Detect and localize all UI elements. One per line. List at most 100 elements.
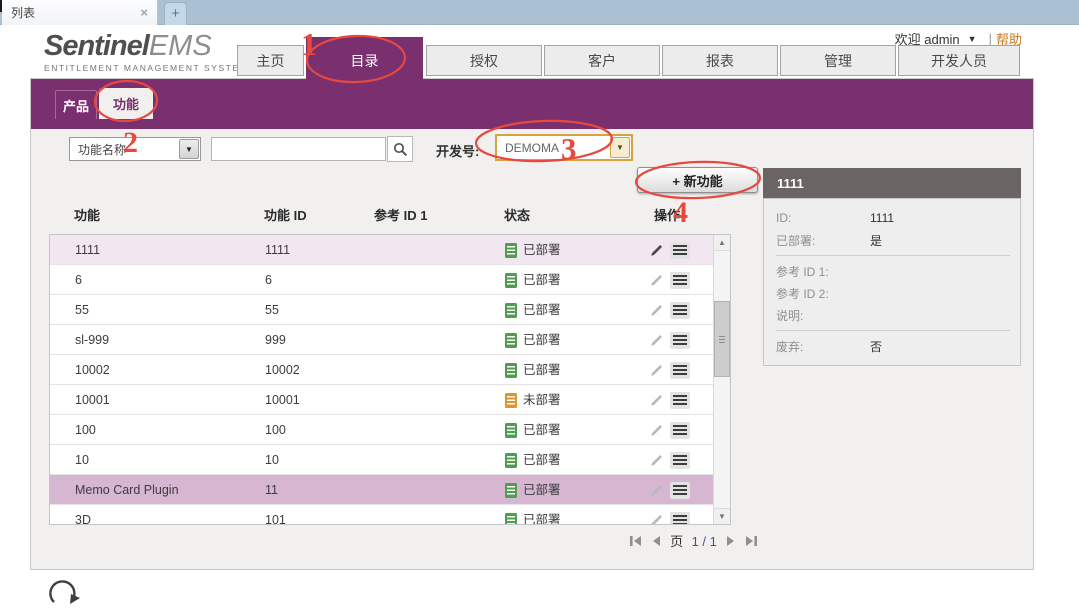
detail-divider — [776, 255, 1010, 256]
status-text: 已部署 — [523, 415, 561, 445]
table-row[interactable]: 5555已部署 — [50, 295, 714, 325]
table-row[interactable]: sl-999999已部署 — [50, 325, 714, 355]
first-page-icon[interactable] — [629, 535, 642, 547]
detail-field: 说明: — [776, 304, 1010, 326]
window-edge — [0, 0, 2, 12]
actions-cell — [650, 505, 710, 525]
edit-pencil-icon[interactable] — [650, 364, 663, 377]
logo-accent-text: EMS — [149, 30, 212, 62]
page-value: 1 / 1 — [692, 534, 717, 549]
pagination: 页 1 / 1 — [626, 531, 761, 551]
prev-page-icon[interactable] — [651, 535, 661, 547]
tab-entitlements[interactable]: 授权 — [426, 45, 542, 76]
edit-pencil-icon[interactable] — [650, 484, 663, 497]
subtab-band — [31, 79, 1033, 129]
subtab-products[interactable]: 产品 — [55, 90, 97, 119]
tab-customers[interactable]: 客户 — [544, 45, 660, 76]
tab-close-icon[interactable]: × — [140, 5, 148, 20]
table-row[interactable]: 10001 10001 未部署 — [50, 385, 714, 415]
scroll-up-icon[interactable]: ▲ — [714, 235, 730, 251]
edit-pencil-icon[interactable] — [650, 424, 663, 437]
user-menu-caret-icon[interactable]: ▼ — [968, 34, 977, 44]
feature-id: 10001 — [265, 385, 300, 415]
table-header: 功能功能 ID参考 ID 1状态操作 — [31, 205, 731, 223]
refresh-icon[interactable] — [46, 576, 86, 611]
feature-id: 55 — [265, 295, 279, 325]
status-doc-icon — [505, 363, 517, 378]
tab-developer[interactable]: 开发人员 — [898, 45, 1020, 76]
app-logo: SentinelEMS ENTITLEMENT MANAGEMENT SYSTE… — [44, 31, 248, 73]
browser-tab-title: 列表 — [11, 4, 35, 21]
feature-name: 3D — [75, 505, 91, 525]
chevron-down-icon[interactable]: ▼ — [179, 139, 199, 159]
status-doc-icon — [505, 393, 517, 408]
actions-cell — [650, 475, 710, 505]
features-table: 11111111已部署66已部署5555已部署sl-999999已部署10002… — [49, 234, 731, 525]
search-field-select[interactable]: 功能名称 ▼ — [69, 137, 201, 161]
search-input[interactable] — [211, 137, 386, 161]
detail-field-label: 参考 ID 2: — [776, 285, 870, 302]
table-row[interactable]: 100100已部署 — [50, 415, 714, 445]
table-row[interactable]: 11111111已部署 — [50, 235, 714, 265]
chevron-down-icon[interactable]: ▼ — [610, 137, 630, 158]
detail-field-value: 是 — [870, 232, 882, 249]
edit-pencil-icon[interactable] — [650, 334, 663, 347]
detail-field: 参考 ID 1: — [776, 260, 1010, 282]
table-row[interactable]: 3D 101 已部署 — [50, 505, 714, 525]
actions-menu-icon[interactable] — [670, 272, 690, 289]
detail-field-label: 废弃: — [776, 338, 870, 355]
tab-home[interactable]: 主页 — [237, 45, 304, 76]
table-scrollbar[interactable]: ▲ ▼ — [713, 235, 730, 524]
actions-menu-icon[interactable] — [670, 302, 690, 319]
table-row[interactable]: 66已部署 — [50, 265, 714, 295]
actions-menu-icon[interactable] — [670, 332, 690, 349]
status-doc-icon — [505, 453, 517, 468]
edit-pencil-icon[interactable] — [650, 394, 663, 407]
status-text: 已部署 — [523, 265, 561, 295]
search-field-value: 功能名称 — [78, 141, 126, 158]
status-text: 未部署 — [523, 385, 561, 415]
edit-pencil-icon[interactable] — [650, 304, 663, 317]
browser-tab[interactable]: 列表 × — [2, 0, 158, 25]
actions-menu-icon[interactable] — [670, 482, 690, 499]
new-tab-button[interactable]: + — [164, 2, 187, 25]
vendor-select[interactable]: DEMOMA ▼ — [495, 134, 633, 161]
detail-field-label: 已部署: — [776, 232, 870, 249]
edit-pencil-icon[interactable] — [650, 514, 663, 526]
table-row[interactable]: 1000210002已部署 — [50, 355, 714, 385]
actions-menu-icon[interactable] — [670, 242, 690, 259]
feature-name: 10 — [75, 445, 89, 475]
status-text: 已部署 — [523, 505, 561, 525]
detail-field-label: 说明: — [776, 307, 870, 324]
new-feature-button[interactable]: + 新功能 — [637, 167, 758, 193]
next-page-icon[interactable] — [726, 535, 736, 547]
tab-reports[interactable]: 报表 — [662, 45, 778, 76]
search-button[interactable] — [387, 136, 413, 162]
tab-catalog[interactable]: 目录 — [306, 37, 423, 85]
last-page-icon[interactable] — [745, 535, 758, 547]
subtab-features[interactable]: 功能 — [99, 88, 153, 119]
edit-pencil-icon[interactable] — [650, 244, 663, 257]
actions-menu-icon[interactable] — [670, 452, 690, 469]
feature-id: 101 — [265, 505, 286, 525]
actions-menu-icon[interactable] — [670, 392, 690, 409]
actions-menu-icon[interactable] — [670, 422, 690, 439]
table-row[interactable]: 1010已部署 — [50, 445, 714, 475]
actions-cell — [650, 235, 710, 265]
tab-administration[interactable]: 管理 — [780, 45, 896, 76]
actions-menu-icon[interactable] — [670, 362, 690, 379]
status-text: 已部署 — [523, 355, 561, 385]
detail-divider — [776, 330, 1010, 331]
logo-main-text: Sentinel — [44, 30, 149, 62]
actions-menu-icon[interactable] — [670, 512, 690, 526]
column-header: 操作 — [654, 205, 680, 224]
edit-pencil-icon[interactable] — [650, 274, 663, 287]
feature-name: 100 — [75, 415, 96, 445]
scrollbar-thumb[interactable] — [714, 301, 730, 377]
scroll-down-icon[interactable]: ▼ — [714, 508, 730, 524]
actions-cell — [650, 445, 710, 475]
table-row[interactable]: Memo Card Plugin11已部署 — [50, 475, 714, 505]
edit-pencil-icon[interactable] — [650, 454, 663, 467]
feature-name: 10001 — [75, 385, 110, 415]
status-text: 已部署 — [523, 325, 561, 355]
